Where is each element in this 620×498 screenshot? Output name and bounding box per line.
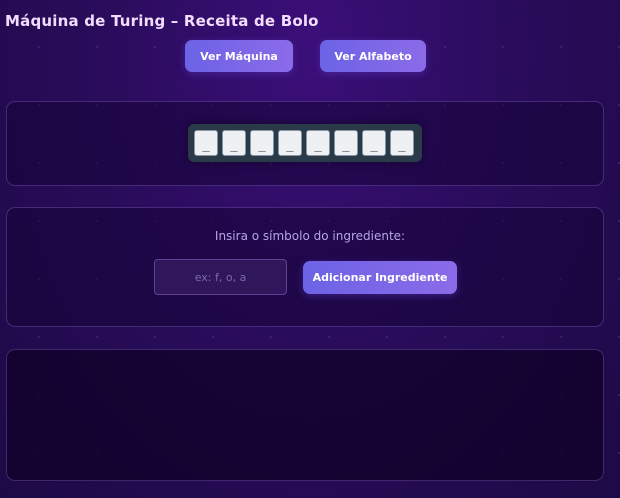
view-machine-button[interactable]: Ver Máquina: [185, 40, 293, 72]
tape-cell: _: [194, 130, 218, 156]
tape-cell: _: [390, 130, 414, 156]
turing-tape: _ _ _ _ _ _ _ _: [188, 124, 422, 162]
ingredient-prompt: Insira o símbolo do ingrediente:: [214, 229, 406, 243]
add-ingredient-button[interactable]: Adicionar Ingrediente: [303, 261, 457, 294]
tape-cell: _: [306, 130, 330, 156]
tape-cell: _: [278, 130, 302, 156]
ingredient-symbol-input[interactable]: [154, 259, 287, 295]
tape-cell: _: [334, 130, 358, 156]
output-panel: [6, 349, 604, 481]
tape-cell: _: [362, 130, 386, 156]
view-alphabet-button[interactable]: Ver Alfabeto: [320, 40, 426, 72]
page-title: Máquina de Turing – Receita de Bolo: [5, 12, 319, 30]
tape-cell: _: [250, 130, 274, 156]
tape-cell: _: [222, 130, 246, 156]
